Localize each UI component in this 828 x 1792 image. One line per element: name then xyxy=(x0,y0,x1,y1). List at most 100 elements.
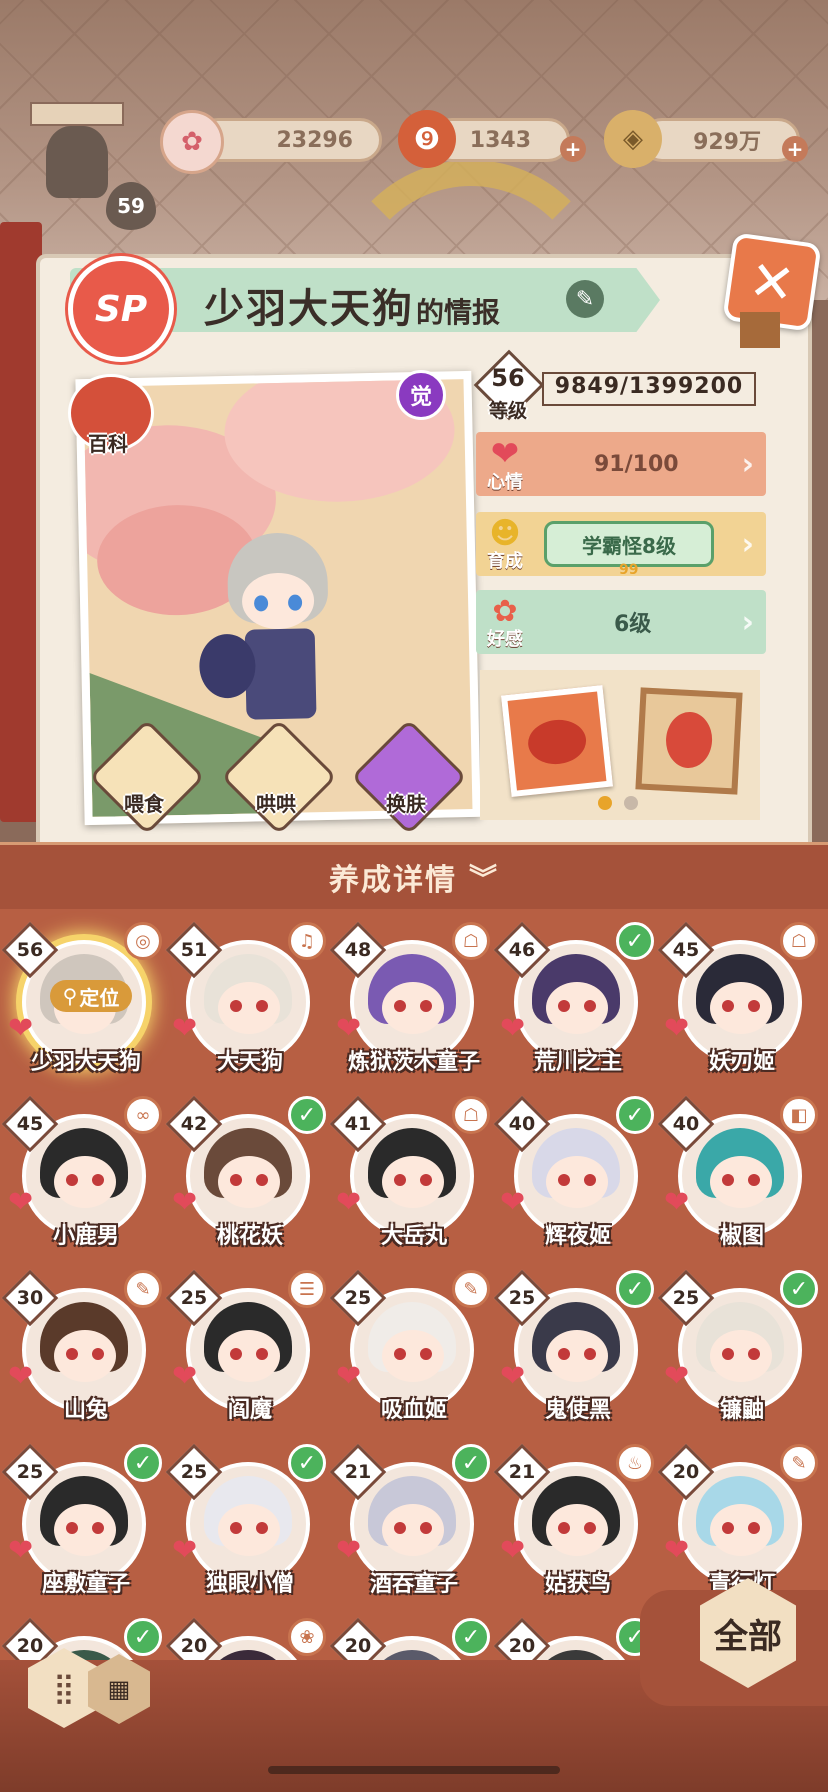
title-suffix: 的情报 xyxy=(416,296,501,329)
encyclopedia-label: 百科 xyxy=(88,432,128,456)
roster-name: 炼狱茨木童子 xyxy=(347,1050,480,1075)
locate-label: 定位 xyxy=(79,985,120,1010)
roster-item[interactable]: 25 ✓ ❤ 镰鼬 xyxy=(657,1264,822,1430)
check-icon: ✓ xyxy=(288,1096,326,1134)
exp-value: 9849/1399200 xyxy=(554,374,744,399)
roster-level: 30 xyxy=(16,1287,44,1309)
roster-item[interactable]: 21 ✓ ❤ 酒吞童子 xyxy=(329,1438,494,1604)
roster-item[interactable]: 25 ✎ ❤ 吸血姬 xyxy=(329,1264,494,1430)
daruma-icon xyxy=(664,710,714,770)
loop-icon: ∞ xyxy=(124,1096,162,1134)
heart-icon: ❤ 心情 xyxy=(487,434,523,493)
book-icon: ☰ xyxy=(288,1270,326,1308)
bell-icon: ♫ xyxy=(288,922,326,960)
heart-icon: ❤ xyxy=(172,1533,198,1568)
currency-coin[interactable]: 929万 xyxy=(640,118,800,162)
grid-icon: ⣿ xyxy=(53,1670,75,1706)
roster-item[interactable]: 48 ☖ ❤ 炼狱茨木童子 xyxy=(329,916,494,1082)
character-sprite xyxy=(198,531,351,735)
add-magatama-button[interactable]: + xyxy=(560,136,586,162)
roster-name: 荒川之主 xyxy=(533,1050,622,1075)
change-skin-button[interactable]: 换肤 xyxy=(351,719,467,835)
roster-name: 大岳丸 xyxy=(380,1224,447,1249)
roster-item[interactable]: 25 ✓ ❤ 独眼小僧 xyxy=(165,1438,330,1604)
roster-item[interactable]: 42 ✓ ❤ 桃花妖 xyxy=(165,1090,330,1256)
roster-item[interactable]: 45 ☖ ❤ 妖刀姬 xyxy=(657,916,822,1082)
heart-icon: ❤ xyxy=(664,1359,690,1394)
coin-icon: ◈ xyxy=(604,110,662,168)
roster-level: 45 xyxy=(672,939,700,961)
heart-icon: ❤ xyxy=(336,1533,362,1568)
filter-all-label: 全部 xyxy=(714,1616,782,1657)
roster-level: 25 xyxy=(672,1287,700,1309)
roster-name: 桃花妖 xyxy=(216,1224,283,1249)
chef-icon: ♨ xyxy=(616,1444,654,1482)
roster-item[interactable]: 41 ☖ ❤ 大岳丸 xyxy=(329,1090,494,1256)
skin-label: 换肤 xyxy=(386,792,426,816)
roster-name: 辉夜姬 xyxy=(544,1224,611,1249)
level-value: 56 xyxy=(491,364,525,392)
favorite-toy-card[interactable] xyxy=(635,687,743,795)
roster-level: 46 xyxy=(508,939,536,961)
roster-level: 25 xyxy=(344,1287,372,1309)
roster-level: 42 xyxy=(180,1113,208,1135)
roster-item[interactable]: 51 ♫ ❤ 大天狗 xyxy=(165,916,330,1082)
roster-name: 鬼使黑 xyxy=(544,1398,611,1423)
roster-header[interactable]: 养成详情 ︾ xyxy=(0,842,828,909)
check-icon: ✓ xyxy=(452,1618,490,1656)
mood-row[interactable]: ❤ 心情 91/100 › xyxy=(476,432,766,496)
location-pin-icon: ⚲ xyxy=(62,984,78,1008)
add-coin-button[interactable]: + xyxy=(782,136,808,162)
roster-item[interactable]: 21 ♨ ❤ 姑获鸟 xyxy=(493,1438,658,1604)
favor-row[interactable]: ✿ 好感 6级 › xyxy=(476,590,766,654)
growth-tag: 学霸怪8级 99 xyxy=(544,521,714,578)
roster-item[interactable]: 25 ✓ ❤ 鬼使黑 xyxy=(493,1264,658,1430)
roster-item[interactable]: 40 ✓ ❤ 辉夜姬 xyxy=(493,1090,658,1256)
encyclopedia-button[interactable]: 百科 xyxy=(64,374,154,460)
level-row: 56 等级 9849/1399200 xyxy=(473,349,766,422)
check-icon: ✓ xyxy=(616,1096,654,1134)
coax-button[interactable]: 哄哄 xyxy=(221,719,337,835)
check-icon: ✓ xyxy=(124,1444,162,1482)
roster-level: 25 xyxy=(180,1461,208,1483)
brush-icon: ✎ xyxy=(780,1444,818,1482)
favorite-food-card[interactable] xyxy=(500,684,614,798)
home-indicator xyxy=(268,1766,560,1774)
scroll-icon: ☖ xyxy=(780,922,818,960)
heart-icon: ❤ xyxy=(664,1185,690,1220)
feed-button[interactable]: 喂食 xyxy=(89,719,205,835)
roster-name: 小鹿男 xyxy=(52,1224,119,1249)
roster-item[interactable]: 20✎❤青行灯 xyxy=(657,1438,822,1604)
chevron-right-icon: › xyxy=(741,526,754,562)
roster-level: 51 xyxy=(180,939,208,961)
favor-value: 6级 xyxy=(614,612,652,637)
locate-tag[interactable]: ⚲ 定位 xyxy=(50,980,132,1012)
brush-icon: ✎ xyxy=(452,1270,490,1308)
roster-level: 41 xyxy=(344,1113,372,1135)
roster-level: 40 xyxy=(672,1113,700,1135)
roster-item[interactable]: 30 ✎ ❤ 山兔 xyxy=(1,1264,166,1430)
roster-header-label: 养成详情 xyxy=(328,863,457,898)
player-shrine[interactable]: 59 xyxy=(10,92,156,230)
coax-label: 哄哄 xyxy=(256,792,296,816)
growth-row[interactable]: ☻ 育成 学霸怪8级 99 › xyxy=(476,512,766,578)
roster-item[interactable]: 25 ✓ ❤ 座敷童子 xyxy=(1,1438,166,1604)
awaken-badge: 觉 xyxy=(396,370,446,420)
heart-icon: ❤ xyxy=(336,1011,362,1046)
sp-rarity-badge: SP xyxy=(68,256,174,362)
heart-icon: ❤ xyxy=(500,1533,526,1568)
roster-level: 25 xyxy=(180,1287,208,1309)
roster-item[interactable]: 45 ∞ ❤ 小鹿男 xyxy=(1,1090,166,1256)
roster-item[interactable]: 40 ◧ ❤ 椒图 xyxy=(657,1090,822,1256)
roster-level: 25 xyxy=(16,1461,44,1483)
heart-icon: ❤ xyxy=(336,1185,362,1220)
cat-avatar-icon xyxy=(46,126,108,198)
roster-item[interactable]: 46 ✓ ❤ 荒川之主 xyxy=(493,916,658,1082)
edit-icon[interactable]: ✎ xyxy=(566,280,604,318)
shikigami-name: 少羽大天狗 xyxy=(204,286,414,332)
heart-icon: ❤ xyxy=(8,1533,34,1568)
heart-icon: ❤ xyxy=(8,1011,34,1046)
target-icon: ◎ xyxy=(124,922,162,960)
roster-level: 56 xyxy=(16,939,44,961)
roster-item[interactable]: 25 ☰ ❤ 阎魔 xyxy=(165,1264,330,1430)
